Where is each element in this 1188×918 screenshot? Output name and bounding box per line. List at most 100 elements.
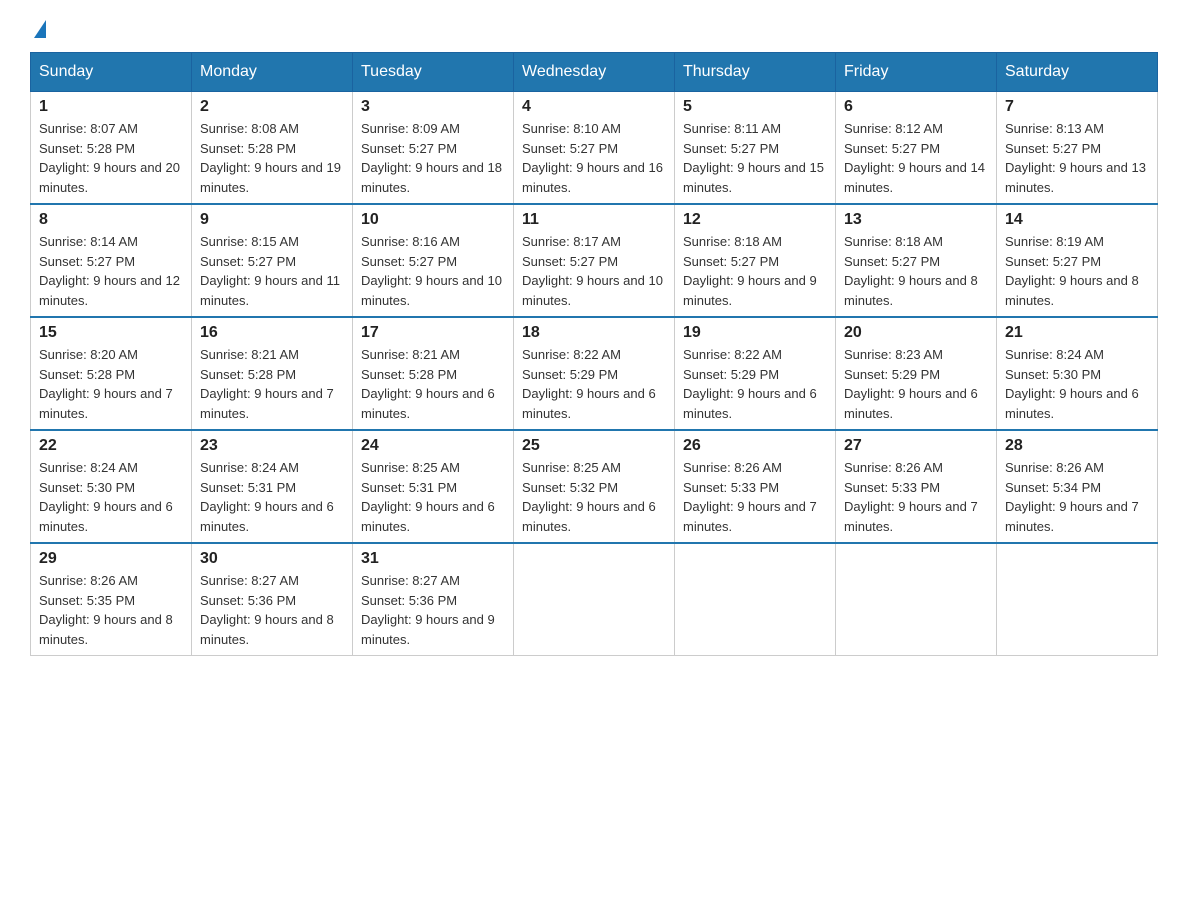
day-info: Sunrise: 8:10 AMSunset: 5:27 PMDaylight:… xyxy=(522,121,663,195)
calendar-day-cell: 8 Sunrise: 8:14 AMSunset: 5:27 PMDayligh… xyxy=(31,204,192,317)
day-info: Sunrise: 8:26 AMSunset: 5:33 PMDaylight:… xyxy=(683,460,817,534)
day-of-week-header: Thursday xyxy=(675,53,836,92)
day-info: Sunrise: 8:17 AMSunset: 5:27 PMDaylight:… xyxy=(522,234,663,308)
day-info: Sunrise: 8:07 AMSunset: 5:28 PMDaylight:… xyxy=(39,121,180,195)
day-info: Sunrise: 8:27 AMSunset: 5:36 PMDaylight:… xyxy=(200,573,334,647)
day-number: 7 xyxy=(1005,98,1149,116)
calendar-day-cell: 15 Sunrise: 8:20 AMSunset: 5:28 PMDaylig… xyxy=(31,317,192,430)
day-number: 17 xyxy=(361,324,505,342)
day-info: Sunrise: 8:25 AMSunset: 5:31 PMDaylight:… xyxy=(361,460,495,534)
day-number: 10 xyxy=(361,211,505,229)
calendar-week-row: 8 Sunrise: 8:14 AMSunset: 5:27 PMDayligh… xyxy=(31,204,1158,317)
calendar-day-cell: 3 Sunrise: 8:09 AMSunset: 5:27 PMDayligh… xyxy=(353,92,514,205)
day-info: Sunrise: 8:23 AMSunset: 5:29 PMDaylight:… xyxy=(844,347,978,421)
day-number: 21 xyxy=(1005,324,1149,342)
calendar-day-cell: 27 Sunrise: 8:26 AMSunset: 5:33 PMDaylig… xyxy=(836,430,997,543)
day-number: 12 xyxy=(683,211,827,229)
calendar-day-cell: 28 Sunrise: 8:26 AMSunset: 5:34 PMDaylig… xyxy=(997,430,1158,543)
day-info: Sunrise: 8:26 AMSunset: 5:34 PMDaylight:… xyxy=(1005,460,1139,534)
page-header xyxy=(30,20,1158,32)
calendar-day-cell: 23 Sunrise: 8:24 AMSunset: 5:31 PMDaylig… xyxy=(192,430,353,543)
day-number: 4 xyxy=(522,98,666,116)
day-info: Sunrise: 8:22 AMSunset: 5:29 PMDaylight:… xyxy=(522,347,656,421)
day-number: 15 xyxy=(39,324,183,342)
calendar-day-cell: 7 Sunrise: 8:13 AMSunset: 5:27 PMDayligh… xyxy=(997,92,1158,205)
calendar-day-cell: 14 Sunrise: 8:19 AMSunset: 5:27 PMDaylig… xyxy=(997,204,1158,317)
day-of-week-header: Monday xyxy=(192,53,353,92)
day-number: 8 xyxy=(39,211,183,229)
day-info: Sunrise: 8:18 AMSunset: 5:27 PMDaylight:… xyxy=(844,234,978,308)
day-number: 31 xyxy=(361,550,505,568)
day-number: 11 xyxy=(522,211,666,229)
day-info: Sunrise: 8:11 AMSunset: 5:27 PMDaylight:… xyxy=(683,121,824,195)
calendar-day-cell: 18 Sunrise: 8:22 AMSunset: 5:29 PMDaylig… xyxy=(514,317,675,430)
calendar-day-cell: 1 Sunrise: 8:07 AMSunset: 5:28 PMDayligh… xyxy=(31,92,192,205)
day-number: 25 xyxy=(522,437,666,455)
day-info: Sunrise: 8:24 AMSunset: 5:31 PMDaylight:… xyxy=(200,460,334,534)
day-of-week-header: Wednesday xyxy=(514,53,675,92)
day-number: 16 xyxy=(200,324,344,342)
day-number: 29 xyxy=(39,550,183,568)
day-info: Sunrise: 8:20 AMSunset: 5:28 PMDaylight:… xyxy=(39,347,173,421)
day-info: Sunrise: 8:21 AMSunset: 5:28 PMDaylight:… xyxy=(361,347,495,421)
day-number: 23 xyxy=(200,437,344,455)
calendar-day-cell: 4 Sunrise: 8:10 AMSunset: 5:27 PMDayligh… xyxy=(514,92,675,205)
calendar-day-cell xyxy=(675,543,836,656)
day-info: Sunrise: 8:24 AMSunset: 5:30 PMDaylight:… xyxy=(1005,347,1139,421)
calendar-day-cell: 6 Sunrise: 8:12 AMSunset: 5:27 PMDayligh… xyxy=(836,92,997,205)
calendar-day-cell: 22 Sunrise: 8:24 AMSunset: 5:30 PMDaylig… xyxy=(31,430,192,543)
calendar-day-cell: 30 Sunrise: 8:27 AMSunset: 5:36 PMDaylig… xyxy=(192,543,353,656)
day-info: Sunrise: 8:14 AMSunset: 5:27 PMDaylight:… xyxy=(39,234,180,308)
calendar-day-cell: 11 Sunrise: 8:17 AMSunset: 5:27 PMDaylig… xyxy=(514,204,675,317)
day-info: Sunrise: 8:26 AMSunset: 5:35 PMDaylight:… xyxy=(39,573,173,647)
day-number: 9 xyxy=(200,211,344,229)
day-info: Sunrise: 8:12 AMSunset: 5:27 PMDaylight:… xyxy=(844,121,985,195)
day-number: 30 xyxy=(200,550,344,568)
day-info: Sunrise: 8:09 AMSunset: 5:27 PMDaylight:… xyxy=(361,121,502,195)
day-info: Sunrise: 8:26 AMSunset: 5:33 PMDaylight:… xyxy=(844,460,978,534)
calendar-day-cell: 19 Sunrise: 8:22 AMSunset: 5:29 PMDaylig… xyxy=(675,317,836,430)
day-number: 26 xyxy=(683,437,827,455)
calendar-week-row: 15 Sunrise: 8:20 AMSunset: 5:28 PMDaylig… xyxy=(31,317,1158,430)
day-number: 13 xyxy=(844,211,988,229)
day-info: Sunrise: 8:24 AMSunset: 5:30 PMDaylight:… xyxy=(39,460,173,534)
calendar-week-row: 22 Sunrise: 8:24 AMSunset: 5:30 PMDaylig… xyxy=(31,430,1158,543)
day-info: Sunrise: 8:16 AMSunset: 5:27 PMDaylight:… xyxy=(361,234,502,308)
day-of-week-header: Friday xyxy=(836,53,997,92)
calendar-week-row: 1 Sunrise: 8:07 AMSunset: 5:28 PMDayligh… xyxy=(31,92,1158,205)
day-number: 18 xyxy=(522,324,666,342)
calendar-day-cell: 20 Sunrise: 8:23 AMSunset: 5:29 PMDaylig… xyxy=(836,317,997,430)
day-number: 20 xyxy=(844,324,988,342)
calendar-day-cell: 17 Sunrise: 8:21 AMSunset: 5:28 PMDaylig… xyxy=(353,317,514,430)
calendar-day-cell: 25 Sunrise: 8:25 AMSunset: 5:32 PMDaylig… xyxy=(514,430,675,543)
calendar-header-row: SundayMondayTuesdayWednesdayThursdayFrid… xyxy=(31,53,1158,92)
day-info: Sunrise: 8:18 AMSunset: 5:27 PMDaylight:… xyxy=(683,234,817,308)
day-info: Sunrise: 8:13 AMSunset: 5:27 PMDaylight:… xyxy=(1005,121,1146,195)
calendar-day-cell: 5 Sunrise: 8:11 AMSunset: 5:27 PMDayligh… xyxy=(675,92,836,205)
day-number: 6 xyxy=(844,98,988,116)
calendar-day-cell: 9 Sunrise: 8:15 AMSunset: 5:27 PMDayligh… xyxy=(192,204,353,317)
calendar-day-cell xyxy=(997,543,1158,656)
day-number: 28 xyxy=(1005,437,1149,455)
calendar-day-cell: 13 Sunrise: 8:18 AMSunset: 5:27 PMDaylig… xyxy=(836,204,997,317)
calendar-day-cell: 16 Sunrise: 8:21 AMSunset: 5:28 PMDaylig… xyxy=(192,317,353,430)
day-of-week-header: Saturday xyxy=(997,53,1158,92)
calendar-table: SundayMondayTuesdayWednesdayThursdayFrid… xyxy=(30,52,1158,656)
logo-triangle-icon xyxy=(34,20,46,38)
day-info: Sunrise: 8:22 AMSunset: 5:29 PMDaylight:… xyxy=(683,347,817,421)
calendar-day-cell: 12 Sunrise: 8:18 AMSunset: 5:27 PMDaylig… xyxy=(675,204,836,317)
calendar-day-cell: 29 Sunrise: 8:26 AMSunset: 5:35 PMDaylig… xyxy=(31,543,192,656)
calendar-day-cell: 31 Sunrise: 8:27 AMSunset: 5:36 PMDaylig… xyxy=(353,543,514,656)
calendar-day-cell: 10 Sunrise: 8:16 AMSunset: 5:27 PMDaylig… xyxy=(353,204,514,317)
day-number: 1 xyxy=(39,98,183,116)
day-info: Sunrise: 8:25 AMSunset: 5:32 PMDaylight:… xyxy=(522,460,656,534)
calendar-day-cell xyxy=(514,543,675,656)
calendar-week-row: 29 Sunrise: 8:26 AMSunset: 5:35 PMDaylig… xyxy=(31,543,1158,656)
calendar-day-cell: 26 Sunrise: 8:26 AMSunset: 5:33 PMDaylig… xyxy=(675,430,836,543)
day-info: Sunrise: 8:21 AMSunset: 5:28 PMDaylight:… xyxy=(200,347,334,421)
day-info: Sunrise: 8:27 AMSunset: 5:36 PMDaylight:… xyxy=(361,573,495,647)
day-number: 14 xyxy=(1005,211,1149,229)
day-number: 3 xyxy=(361,98,505,116)
day-number: 24 xyxy=(361,437,505,455)
day-number: 2 xyxy=(200,98,344,116)
